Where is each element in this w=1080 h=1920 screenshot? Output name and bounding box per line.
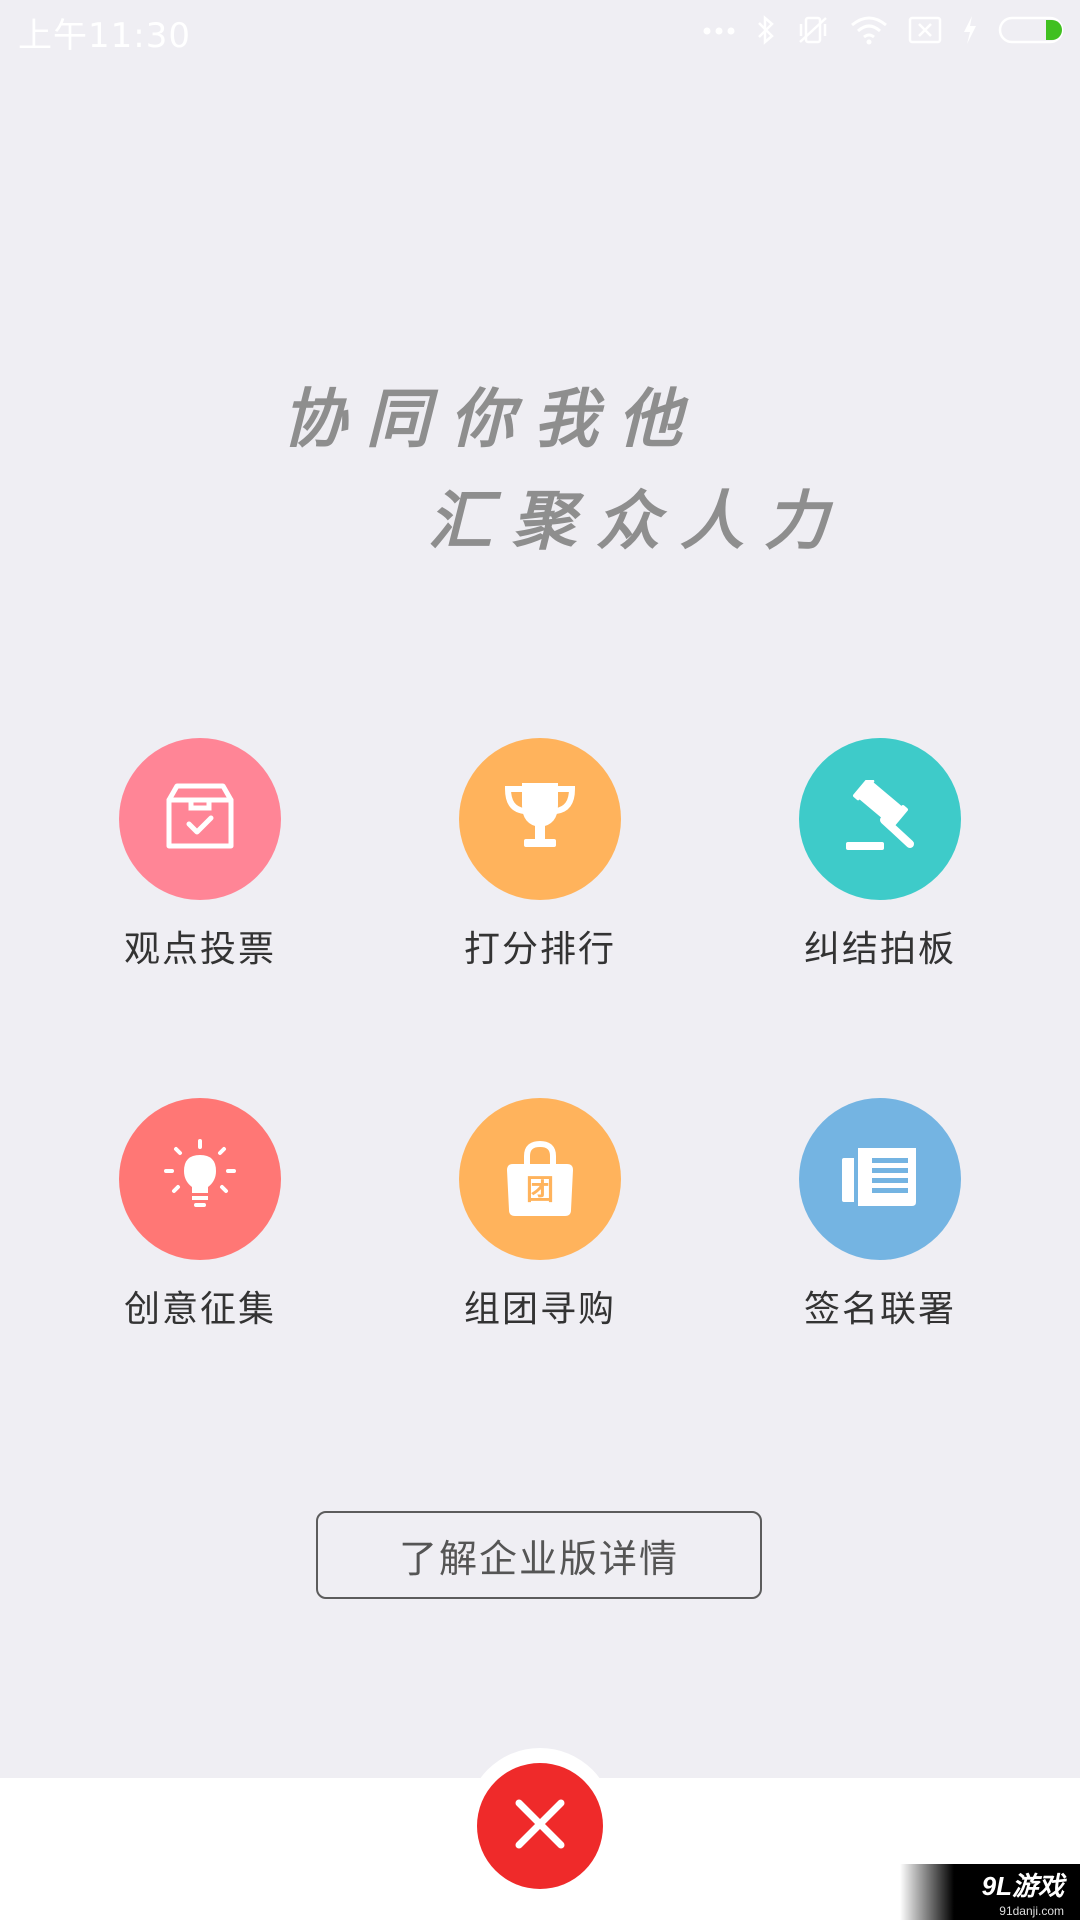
feature-label: 纠结拍板	[803, 929, 956, 970]
watermark-url: 91danji.com	[999, 1904, 1064, 1918]
bluetooth-icon	[756, 14, 776, 46]
shopping-bag-icon: 团	[503, 1140, 577, 1218]
slogan-line-2: 汇聚众人力	[428, 484, 848, 559]
feature-icon-circle: 团	[459, 1098, 621, 1260]
battery-icon	[998, 16, 1064, 44]
charging-bolt-icon	[962, 15, 978, 45]
feature-icon-circle	[459, 738, 621, 900]
feature-icon-circle	[799, 1098, 961, 1260]
signal-dots-icon	[702, 24, 736, 36]
feature-label: 签名联署	[803, 1289, 956, 1330]
feature-decision-gavel[interactable]: 纠结拍板	[760, 738, 1000, 978]
bag-label-text: 团	[525, 1173, 554, 1206]
feature-group-buy[interactable]: 团 组团寻购	[420, 1098, 660, 1338]
no-sim-icon	[908, 16, 942, 44]
feature-label: 打分排行	[463, 929, 616, 970]
enterprise-details-button[interactable]: 了解企业版详情	[316, 1511, 762, 1599]
close-icon	[513, 1797, 567, 1855]
vibrate-off-icon	[796, 14, 830, 46]
trophy-icon	[500, 779, 580, 859]
ballot-box-icon	[163, 782, 237, 856]
feature-idea-collection[interactable]: 创意征集	[80, 1098, 320, 1338]
wifi-icon	[850, 15, 888, 45]
feature-label: 观点投票	[123, 929, 276, 970]
watermark: 9L游戏 91danji.com	[900, 1864, 1080, 1920]
lightbulb-icon	[160, 1137, 240, 1221]
close-button[interactable]	[477, 1763, 603, 1889]
feature-petition[interactable]: 签名联署	[760, 1098, 1000, 1338]
watermark-logo-text: 9L游戏	[981, 1871, 1064, 1901]
status-icons	[702, 10, 1064, 50]
document-icon	[840, 1144, 920, 1214]
status-time: 上午11:30	[18, 16, 191, 56]
feature-opinion-vote[interactable]: 观点投票	[80, 738, 320, 978]
feature-icon-circle	[119, 1098, 281, 1260]
feature-icon-circle	[119, 738, 281, 900]
feature-label: 创意征集	[123, 1289, 276, 1330]
slogan-line-1: 协同你我他	[282, 382, 702, 457]
status-bar: 上午11:30	[0, 0, 1080, 60]
gavel-icon	[840, 776, 920, 858]
feature-label: 组团寻购	[463, 1289, 616, 1330]
slogan: 协同你我他 汇聚众人力	[0, 360, 1080, 560]
feature-score-ranking[interactable]: 打分排行	[420, 738, 660, 978]
feature-icon-circle	[799, 738, 961, 900]
